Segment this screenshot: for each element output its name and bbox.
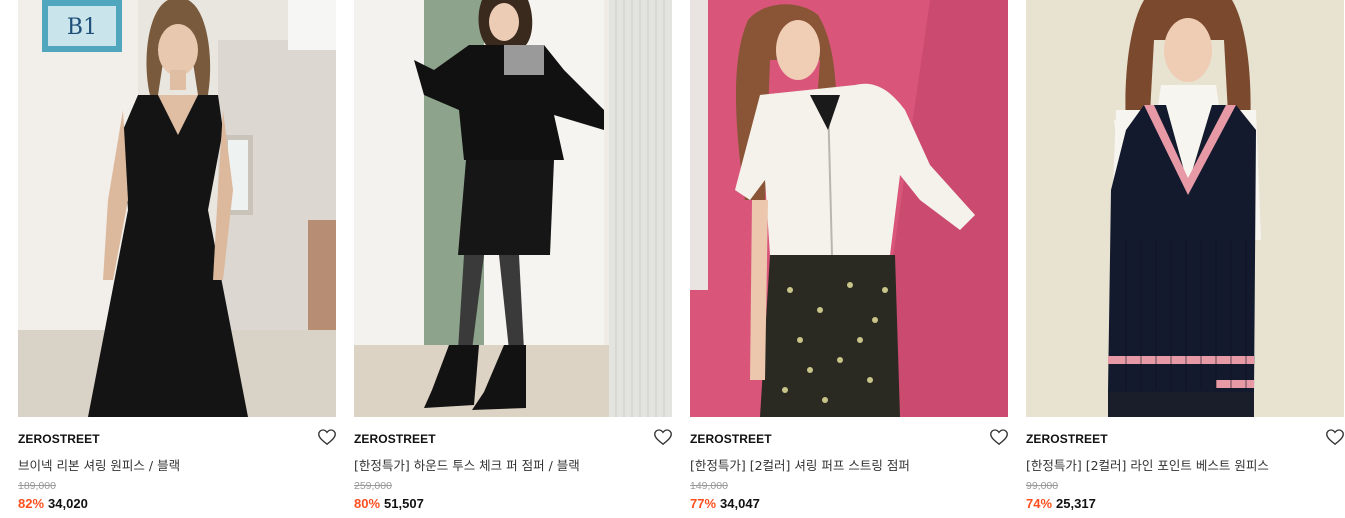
original-price: 99,000 — [1026, 480, 1059, 492]
product-brand[interactable]: ZEROSTREET — [18, 432, 100, 446]
product-name[interactable]: [한정특가] [2컬러] 셔링 퍼프 스트링 점퍼 — [690, 455, 910, 474]
wishlist-heart-icon[interactable] — [990, 429, 1008, 446]
sale-price: 34,047 — [720, 496, 760, 511]
product-name[interactable]: [한정특가] [2컬러] 라인 포인트 베스트 원피스 — [1026, 455, 1269, 474]
sale-price: 25,317 — [1056, 496, 1096, 511]
product-brand[interactable]: ZEROSTREET — [354, 432, 436, 446]
product-card[interactable]: B1 ZEROSTREET 브이넥 리본 셔링 원피스 / 블랙 189,000… — [18, 0, 336, 518]
product-card[interactable]: ZEROSTREET [한정특가] [2컬러] 라인 포인트 베스트 원피스 9… — [1026, 0, 1344, 518]
wishlist-heart-icon[interactable] — [654, 429, 672, 446]
model-black-dress-photo: B1 — [18, 0, 336, 417]
product-image[interactable] — [354, 0, 672, 417]
price-row: 77% 34,047 — [690, 496, 760, 511]
original-price: 259,000 — [354, 480, 392, 492]
product-image[interactable] — [1026, 0, 1344, 417]
discount-rate: 77% — [690, 496, 717, 511]
product-grid: B1 ZEROSTREET 브이넥 리본 셔링 원피스 / 블랙 189,000… — [0, 0, 1345, 518]
model-puff-jumper-photo — [690, 0, 1008, 417]
price-row: 80% 51,507 — [354, 496, 424, 511]
discount-rate: 74% — [1026, 496, 1053, 511]
product-image[interactable] — [690, 0, 1008, 417]
model-knit-vest-photo — [1026, 0, 1344, 417]
product-card[interactable]: ZEROSTREET [한정특가] [2컬러] 셔링 퍼프 스트링 점퍼 149… — [690, 0, 1008, 518]
product-name[interactable]: [한정특가] 하운드 투스 체크 퍼 점퍼 / 블랙 — [354, 455, 580, 474]
sale-price: 51,507 — [384, 496, 424, 511]
model-fur-jumper-photo — [354, 0, 672, 417]
product-image[interactable]: B1 — [18, 0, 336, 417]
product-card[interactable]: ZEROSTREET [한정특가] 하운드 투스 체크 퍼 점퍼 / 블랙 25… — [354, 0, 672, 518]
original-price: 189,000 — [18, 480, 56, 492]
price-row: 82% 34,020 — [18, 496, 88, 511]
product-brand[interactable]: ZEROSTREET — [1026, 432, 1108, 446]
discount-rate: 80% — [354, 496, 381, 511]
sale-price: 34,020 — [48, 496, 88, 511]
product-name[interactable]: 브이넥 리본 셔링 원피스 / 블랙 — [18, 455, 180, 474]
discount-rate: 82% — [18, 496, 45, 511]
svg-text:B1: B1 — [67, 15, 97, 40]
original-price: 149,000 — [690, 480, 728, 492]
price-row: 74% 25,317 — [1026, 496, 1096, 511]
wishlist-heart-icon[interactable] — [318, 429, 336, 446]
wishlist-heart-icon[interactable] — [1326, 429, 1344, 446]
product-brand[interactable]: ZEROSTREET — [690, 432, 772, 446]
